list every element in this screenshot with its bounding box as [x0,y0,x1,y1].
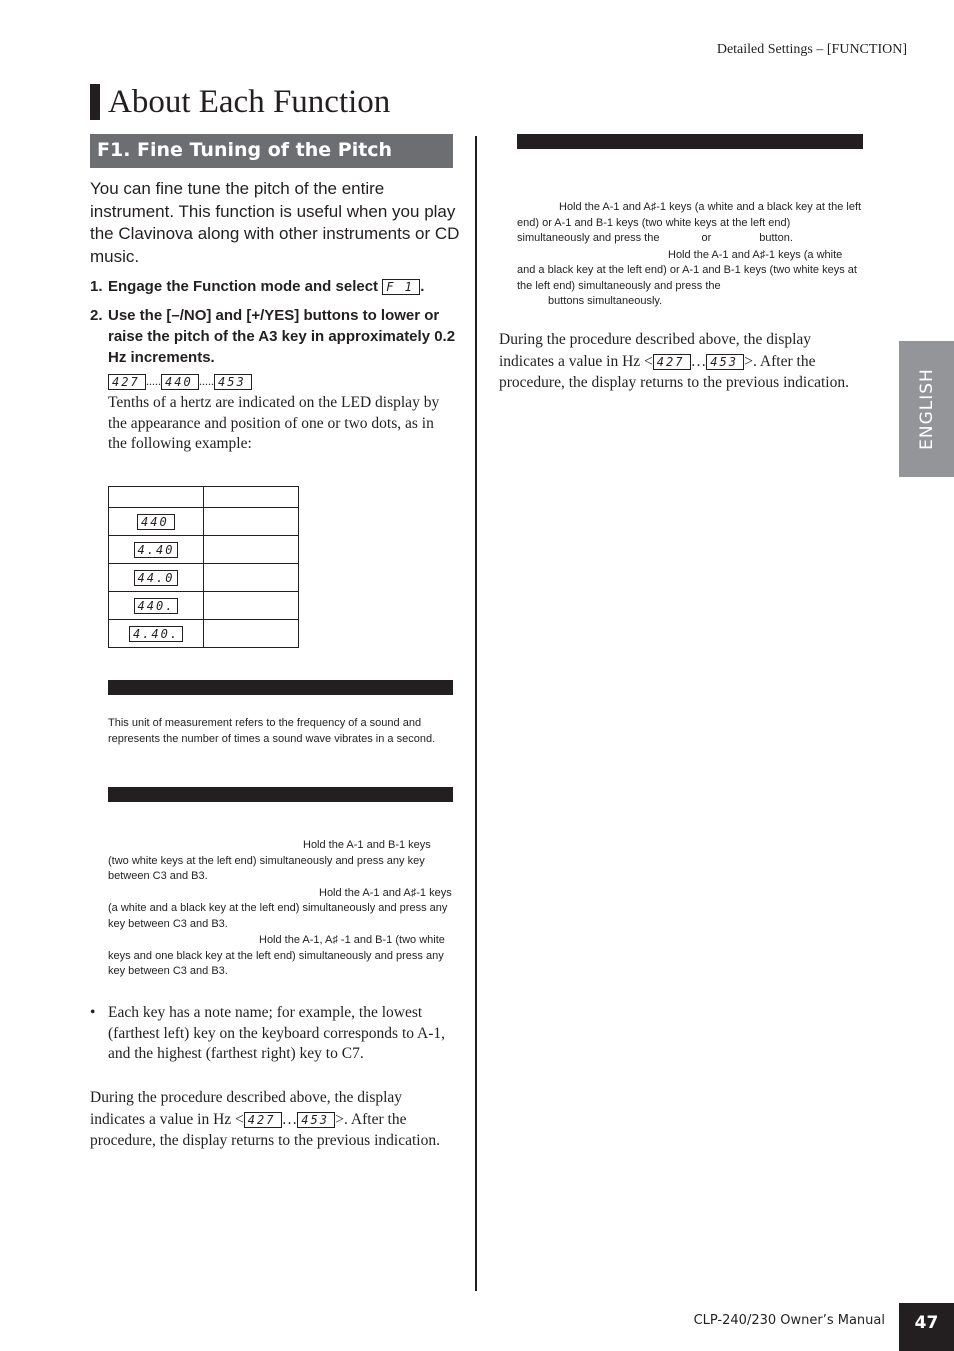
keys-note-item: Hold the A-1 and A♯-1 keys (a white and … [108,886,452,930]
right-note-text: Hold the A-1 and A♯-1 keys (a white and … [517,248,857,308]
range-separator: ..... [199,374,214,389]
hz-note: This unit of measurement refers to the f… [108,717,436,745]
language-tab: ENGLISH [899,341,954,477]
step-suffix: . [420,278,425,295]
table-cell-value [203,619,299,648]
column-divider [475,136,477,1291]
manual-name: CLP-240/230 Owner’s Manual [693,1313,885,1328]
page-title: About Each Function [108,84,391,120]
led-display-max: 453 [214,374,252,390]
led-display-max: 453 [297,1111,336,1128]
led-display: 4.40 [133,541,179,558]
bullet-text: Each key has a note name; for example, t… [108,1004,446,1062]
running-header: Detailed Settings – [FUNCTION] [716,42,907,57]
led-display-mid: 440 [161,374,199,390]
right-note: Hold the A-1 and A♯-1 keys (a white and … [517,200,863,310]
right-note-text: Hold the A-1 and A♯-1 keys (a white and … [517,201,862,244]
table-row: 44.0 [108,563,299,592]
led-range: 427..... 440..... 453 [108,374,252,390]
step-2: 2. Use the [–/NO] and [+/YES] buttons to… [90,305,460,368]
table-row: 440. [108,591,299,620]
table-row: 4.40 [108,535,299,564]
led-display-min: 427 [243,1111,282,1128]
step-1: 1. Engage the Function mode and select F… [90,276,460,297]
tenths-paragraph: Tenths of a hertz are indicated on the L… [108,394,440,452]
page-number: 47 [899,1303,954,1351]
step-number: 2. [90,307,103,324]
during-paragraph: During the procedure described above, th… [90,1087,455,1152]
section-heading: F1. Fine Tuning of the Pitch [90,134,453,168]
ellipsis: … [690,352,707,370]
table-cell-value [203,507,299,536]
table-cell-value [203,591,299,620]
keys-note: Hold the A-1 and B-1 keys (two white key… [108,838,453,980]
keys-note-item: Hold the A-1 and B-1 keys (two white key… [108,839,431,882]
led-display-max: 453 [706,353,745,370]
note-title-bar [108,680,453,695]
table-header-row [108,486,299,508]
bullet-icon: • [90,1004,96,1021]
led-display-min: 427 [108,374,146,390]
led-display-f1: F 1 [382,279,421,296]
title-accent-bar [90,84,100,120]
step-text: Use the [–/NO] and [+/YES] buttons to lo… [108,307,456,366]
keys-note-item: Hold the A-1, A♯ -1 and B-1 (two white k… [108,934,445,977]
led-display: 4.40. [128,625,184,642]
table-row: 440 [108,507,299,536]
note-title-bar [108,787,453,802]
led-display: 44.0 [133,569,179,586]
table-cell-value [203,563,299,592]
led-example-table: 440 4.40 44.0 440. 4.40. [108,486,299,648]
step-number: 1. [90,278,103,295]
step-text: Engage the Function mode and select [108,278,379,295]
during-paragraph: During the procedure described above, th… [499,329,864,394]
table-row: 4.40. [108,619,299,648]
led-display: 440 [137,513,175,530]
ellipsis: … [281,1110,298,1128]
note-title-bar [517,134,863,149]
intro-paragraph: You can fine tune the pitch of the entir… [90,179,460,266]
table-cell-value [203,535,299,564]
led-display: 440. [133,597,179,614]
language-label: ENGLISH [916,368,937,450]
range-separator: ..... [146,374,161,389]
bullet-item: • Each key has a note name; for example,… [90,1003,455,1065]
led-display-min: 427 [652,353,691,370]
